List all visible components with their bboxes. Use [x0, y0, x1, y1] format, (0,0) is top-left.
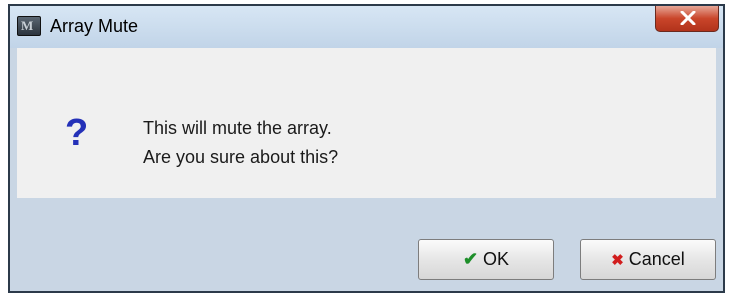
ok-button[interactable]: ✔ OK [418, 239, 554, 280]
close-icon [680, 11, 696, 25]
close-button[interactable] [655, 6, 719, 32]
message-text: This will mute the array. Are you sure a… [143, 114, 338, 172]
cancel-button-label: Cancel [628, 249, 685, 269]
cancel-button[interactable]: ✖ Cancel [580, 239, 716, 280]
app-icon-glyph: M [21, 18, 33, 33]
message-area: ? This will mute the array. Are you sure… [17, 48, 716, 198]
ok-button-label: OK [483, 249, 510, 269]
app-icon: M [17, 16, 41, 36]
button-bar: ✔ OK ✖ Cancel [17, 198, 716, 291]
window-title: Array Mute [50, 16, 139, 36]
question-icon: ? [65, 112, 89, 154]
title-bar[interactable]: M Array Mute [10, 6, 723, 48]
message-line-1: This will mute the array. [143, 118, 332, 138]
check-icon: ✔ [462, 249, 479, 269]
cancel-x-icon: ✖ [611, 251, 624, 269]
message-line-2: Are you sure about this? [143, 147, 339, 167]
dialog-window: M Array Mute ? This will mute the array.… [8, 4, 725, 293]
